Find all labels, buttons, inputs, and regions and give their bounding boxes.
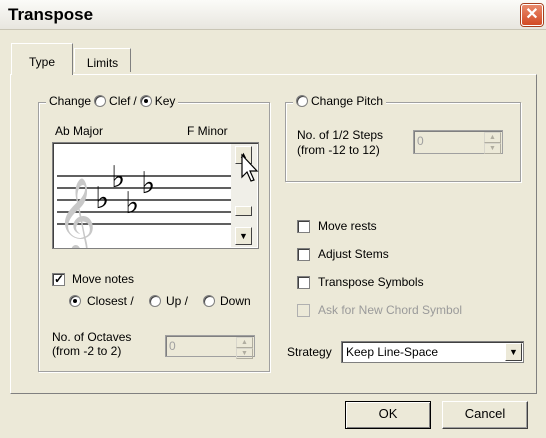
from-key-label: Ab Major <box>55 124 104 138</box>
up-radio-label[interactable]: Up / <box>166 294 188 308</box>
octaves-label-line1: No. of Octaves <box>52 330 132 344</box>
to-key-label: F Minor <box>187 124 228 138</box>
key-radio[interactable] <box>139 95 152 107</box>
change-pitch-legend: Change Pitch <box>293 94 387 108</box>
closest-radio[interactable] <box>69 295 81 307</box>
scroll-thumb[interactable] <box>235 206 252 216</box>
change-pitch-radio[interactable] <box>296 95 308 107</box>
transpose-dialog: Transpose ✕ Type Limits Change Clef / Ke… <box>0 0 546 438</box>
octaves-up-icon[interactable]: ▲ <box>236 337 253 348</box>
ok-button[interactable]: OK <box>345 401 431 429</box>
title-bar[interactable]: Transpose ✕ <box>0 0 546 30</box>
strategy-dropdown-icon[interactable]: ▼ <box>505 343 522 361</box>
ask-chord-symbol-checkbox[interactable] <box>297 304 310 317</box>
octaves-label-line2: (from -2 to 2) <box>52 344 122 358</box>
half-steps-stepper-arrows[interactable]: ▲ ▼ <box>484 132 501 154</box>
legend-separator: / <box>133 94 137 108</box>
strategy-select[interactable]: Keep Line-Space ▼ <box>341 341 524 363</box>
ask-chord-symbol-label[interactable]: Ask for New Chord Symbol <box>318 303 462 317</box>
close-icon[interactable]: ✕ <box>521 4 543 26</box>
cancel-button[interactable]: Cancel <box>442 401 528 429</box>
half-steps-stepper[interactable]: 0 ▲ ▼ <box>413 130 503 154</box>
strategy-label: Strategy <box>287 345 332 359</box>
tab-type[interactable]: Type <box>11 43 73 75</box>
tab-limits-label: Limits <box>86 56 119 70</box>
move-rests-checkbox[interactable] <box>297 220 310 233</box>
change-pitch-label[interactable]: Change Pitch <box>311 94 383 108</box>
flat-3-icon: ♭ <box>125 186 139 221</box>
steps-label-line2: (from -12 to 12) <box>297 143 380 157</box>
mouse-cursor-icon <box>241 153 259 182</box>
tab-type-label: Type <box>28 55 55 69</box>
change-label: Change <box>49 94 92 108</box>
clef-radio-label[interactable]: Clef <box>109 94 130 108</box>
octaves-value: 0 <box>169 339 176 353</box>
half-steps-up-icon[interactable]: ▲ <box>484 132 501 143</box>
down-radio[interactable] <box>203 295 215 307</box>
change-group-legend: Change Clef / Key <box>46 94 179 108</box>
octaves-stepper-arrows[interactable]: ▲ ▼ <box>236 337 253 359</box>
up-radio[interactable] <box>149 295 161 307</box>
half-steps-down-icon[interactable]: ▼ <box>484 143 501 154</box>
half-steps-value: 0 <box>417 134 424 148</box>
move-notes-checkbox[interactable] <box>52 272 65 286</box>
down-radio-label[interactable]: Down <box>220 294 251 308</box>
adjust-stems-checkbox[interactable] <box>297 248 310 261</box>
clef-radio[interactable] <box>94 95 107 107</box>
transpose-symbols-label[interactable]: Transpose Symbols <box>318 275 424 289</box>
closest-radio-label[interactable]: Closest / <box>87 294 134 308</box>
steps-label-line1: No. of 1/2 Steps <box>297 128 384 142</box>
staff-svg: 𝄞 ♭ ♭ ♭ ♭ <box>57 160 231 249</box>
treble-clef-icon: 𝄞 <box>57 177 96 249</box>
strategy-value: Keep Line-Space <box>346 345 439 359</box>
flat-1-icon: ♭ <box>95 181 109 216</box>
dialog-title: Transpose <box>8 5 94 24</box>
transpose-symbols-checkbox[interactable] <box>297 276 310 289</box>
move-rests-label[interactable]: Move rests <box>318 219 377 233</box>
scroll-down-icon[interactable]: ▼ <box>235 227 252 245</box>
key-signature-staff[interactable]: 𝄞 ♭ ♭ ♭ ♭ <box>52 142 259 249</box>
octaves-stepper[interactable]: 0 ▲ ▼ <box>165 335 255 359</box>
key-radio-label[interactable]: Key <box>155 94 176 108</box>
move-notes-label[interactable]: Move notes <box>72 272 134 286</box>
octaves-down-icon[interactable]: ▼ <box>236 348 253 359</box>
adjust-stems-label[interactable]: Adjust Stems <box>318 247 389 261</box>
tab-limits[interactable]: Limits <box>74 48 131 72</box>
flat-2-icon: ♭ <box>111 160 125 195</box>
flat-4-icon: ♭ <box>141 166 155 201</box>
